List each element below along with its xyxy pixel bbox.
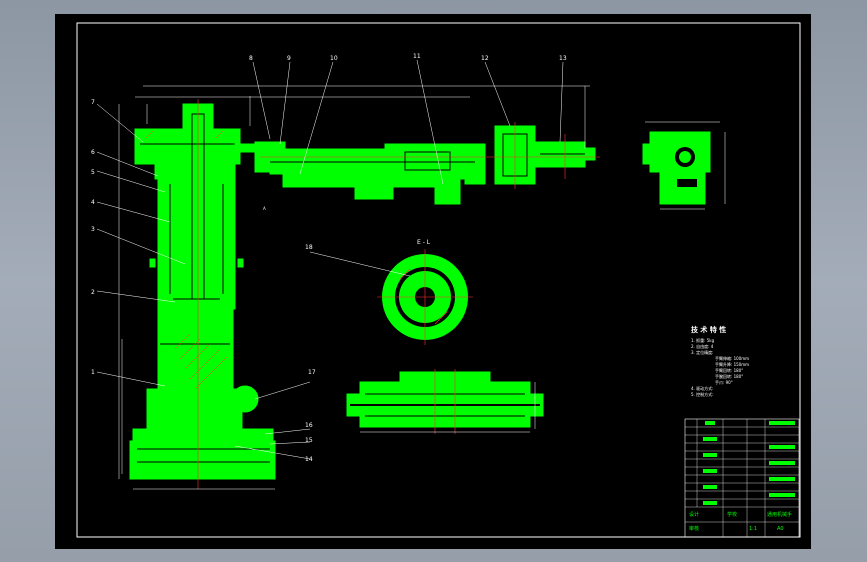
label-10: 10 — [330, 55, 338, 62]
gear-section — [377, 249, 473, 345]
note-line: 5. 控制方式: — [691, 391, 713, 397]
note-line: 4. 驱动方式: — [691, 385, 713, 391]
title-block: 设计 审核 学校 1:1 通用机械手 A0 — [684, 418, 800, 538]
shaft-section — [346, 371, 544, 428]
note-line: 手臂回转: 180° — [715, 367, 743, 373]
school-label: 学校 — [727, 511, 737, 518]
robot-front-view — [129, 103, 276, 480]
drawing-title: 通用机械手 — [767, 511, 792, 518]
label-2: 2 — [91, 289, 95, 296]
label-14: 14 — [305, 456, 313, 463]
point-a-label: A — [263, 206, 266, 211]
scale-label: 1:1 — [749, 526, 757, 532]
note-line: 手臂升降: 150mm — [715, 361, 749, 367]
side-view — [642, 131, 711, 205]
note-line: 手臂伸缩: 100mm — [715, 355, 749, 361]
label-3: 3 — [91, 226, 95, 233]
label-5: 5 — [91, 169, 95, 176]
engineering-drawing: 7 6 5 4 3 2 1 8 9 10 11 12 13 17 16 15 1… — [76, 22, 801, 538]
note-line: 3. 定位精度: — [691, 349, 713, 355]
note-line: 手腕回转: 180° — [715, 373, 743, 379]
drawing-number: A0 — [777, 526, 784, 532]
label-9: 9 — [287, 55, 291, 62]
label-7: 7 — [91, 99, 95, 106]
label-16: 16 — [305, 422, 313, 429]
label-12: 12 — [481, 55, 489, 62]
label-4: 4 — [91, 199, 95, 206]
label-18: 18 — [305, 244, 313, 251]
designer-label: 设计 — [689, 511, 699, 518]
robot-arm — [234, 125, 596, 205]
note-line: 手爪: 90° — [715, 379, 733, 385]
note-line: 1. 抓重: 5kg — [691, 337, 715, 343]
technical-notes: 技 术 特 性 1. 抓重: 5kg 2. 自由度: 4 3. 定位精度: 手臂… — [691, 325, 749, 397]
section-label: E - L — [417, 239, 431, 246]
note-line: 2. 自由度: 4 — [691, 343, 714, 349]
label-8: 8 — [249, 55, 253, 62]
label-6: 6 — [91, 149, 95, 156]
checker-label: 审核 — [689, 525, 699, 532]
notes-title: 技 术 特 性 — [691, 325, 726, 334]
label-13: 13 — [559, 55, 567, 62]
cad-viewport[interactable]: 7 6 5 4 3 2 1 8 9 10 11 12 13 17 16 15 1… — [55, 14, 811, 549]
label-15: 15 — [305, 437, 313, 444]
label-17: 17 — [308, 369, 316, 376]
label-11: 11 — [413, 53, 421, 60]
label-1: 1 — [91, 369, 95, 376]
